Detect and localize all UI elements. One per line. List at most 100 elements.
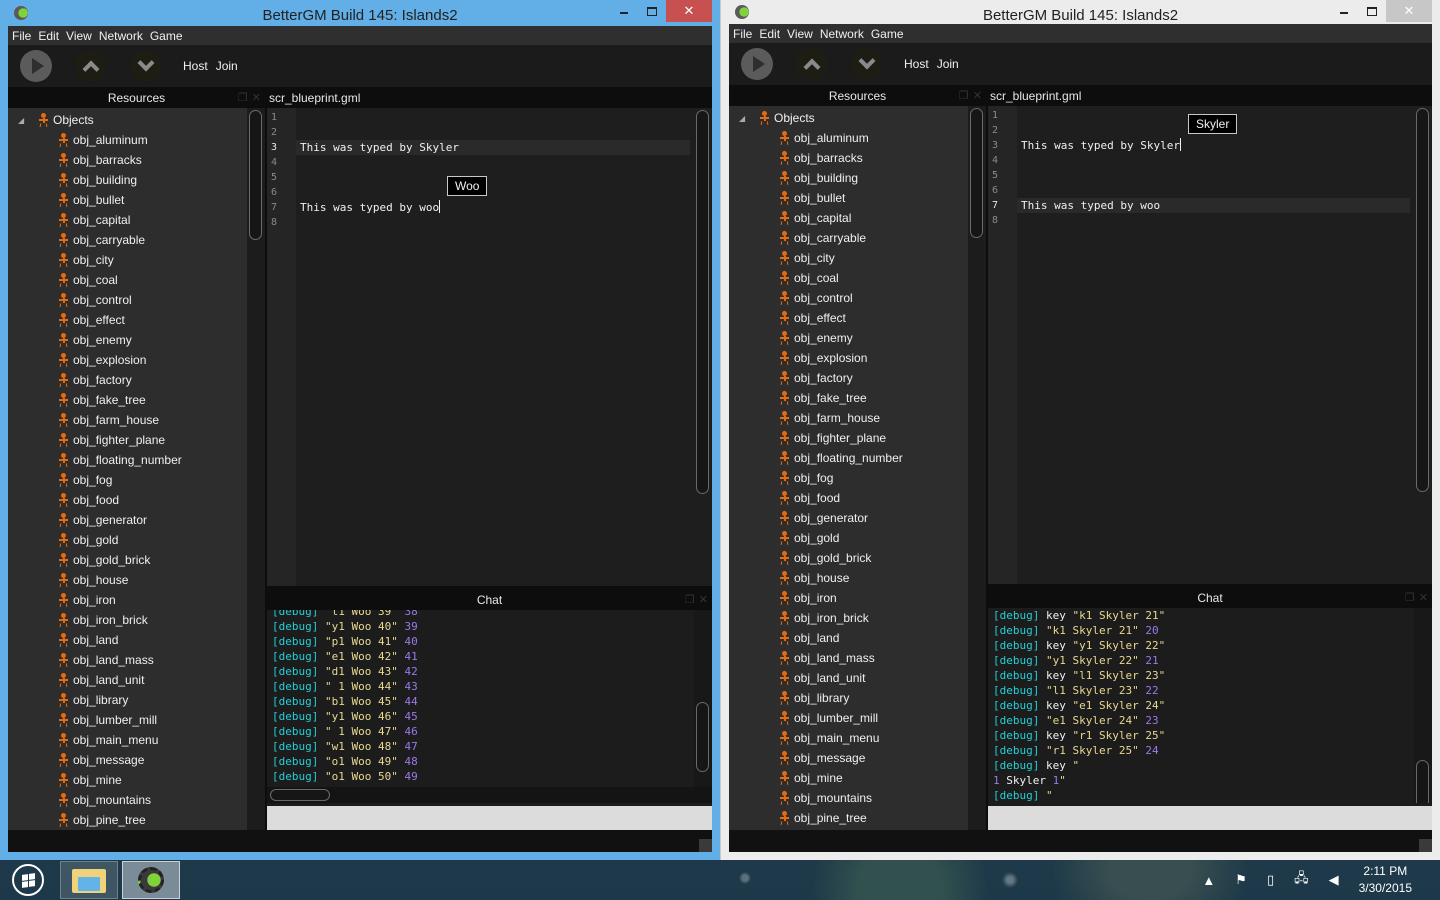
code-line[interactable]: [296, 170, 690, 185]
tree-item[interactable]: obj_land_mass: [729, 648, 986, 668]
chat-scrollbar[interactable]: [694, 610, 712, 787]
tree-item[interactable]: obj_floating_number: [729, 448, 986, 468]
tree-item[interactable]: obj_generator: [729, 508, 986, 528]
tree-item[interactable]: obj_pine_tree: [8, 810, 265, 830]
tree-item[interactable]: obj_main_menu: [729, 728, 986, 748]
tree-item[interactable]: obj_house: [729, 568, 986, 588]
menu-file[interactable]: File: [12, 29, 31, 43]
code-line[interactable]: This was typed by woo: [1017, 198, 1410, 213]
tree-item[interactable]: obj_iron_brick: [729, 608, 986, 628]
code-line[interactable]: [1017, 168, 1410, 183]
close-button[interactable]: ✕: [1386, 0, 1432, 22]
clock[interactable]: 2:11 PM 3/30/2015: [1359, 863, 1412, 897]
network-icon[interactable]: 🖧: [1294, 869, 1309, 891]
host-button[interactable]: Host: [183, 59, 208, 73]
code-line[interactable]: [296, 185, 690, 200]
tree-item[interactable]: obj_fighter_plane: [8, 430, 265, 450]
maximize-button[interactable]: [638, 0, 666, 22]
tree-item[interactable]: obj_mountains: [729, 788, 986, 808]
tree-item[interactable]: obj_message: [8, 750, 265, 770]
menu-game[interactable]: Game: [871, 27, 904, 41]
tree-item[interactable]: obj_message: [729, 748, 986, 768]
code-line[interactable]: [296, 155, 690, 170]
minimize-button[interactable]: [1330, 0, 1358, 22]
tree-item[interactable]: obj_factory: [729, 368, 986, 388]
tree-item[interactable]: obj_food: [8, 490, 265, 510]
tree-item[interactable]: obj_gold_brick: [729, 548, 986, 568]
code-line[interactable]: [296, 125, 690, 140]
tree-item[interactable]: obj_iron: [8, 590, 265, 610]
tree-item[interactable]: obj_floating_number: [8, 450, 265, 470]
menu-network[interactable]: Network: [820, 27, 864, 41]
tree-item[interactable]: obj_effect: [729, 308, 986, 328]
taskbar-bettergm[interactable]: [122, 861, 180, 899]
menu-game[interactable]: Game: [150, 29, 183, 43]
tree-item[interactable]: obj_capital: [729, 208, 986, 228]
tree-root-objects[interactable]: ◢ Objects: [729, 108, 986, 128]
chat-hscroll-thumb[interactable]: [270, 789, 330, 801]
editor-scroll-thumb[interactable]: [1416, 108, 1429, 492]
code-editor[interactable]: 12345678 This was typed by Skyler This wa…: [267, 108, 712, 586]
tree-item[interactable]: obj_lumber_mill: [729, 708, 986, 728]
move-up-button[interactable]: [75, 50, 107, 82]
tree-item[interactable]: obj_farm_house: [8, 410, 265, 430]
code-editor[interactable]: 12345678 This was typed by Skyler This wa…: [988, 106, 1432, 584]
tree-item[interactable]: obj_house: [8, 570, 265, 590]
tree-item[interactable]: obj_bullet: [8, 190, 265, 210]
tree-item[interactable]: obj_fog: [8, 470, 265, 490]
menu-view[interactable]: View: [787, 27, 813, 41]
join-button[interactable]: Join: [937, 57, 959, 71]
maximize-button[interactable]: [1358, 0, 1386, 22]
tree-scroll-thumb[interactable]: [249, 110, 262, 240]
chat-input[interactable]: [988, 806, 1432, 830]
undock-icon[interactable]: ❐: [685, 593, 695, 606]
menu-file[interactable]: File: [733, 27, 752, 41]
code-area[interactable]: This was typed by Skyler This was typed b…: [1017, 106, 1432, 584]
tree-item[interactable]: obj_land_unit: [729, 668, 986, 688]
action-center-flag-icon[interactable]: ⚑: [1235, 872, 1247, 888]
tree-item[interactable]: obj_mountains: [8, 790, 265, 810]
run-button[interactable]: [741, 48, 773, 80]
tree-item[interactable]: obj_library: [8, 690, 265, 710]
code-line[interactable]: This was typed by Skyler: [296, 140, 690, 155]
tree-item[interactable]: obj_mine: [8, 770, 265, 790]
host-button[interactable]: Host: [904, 57, 929, 71]
volume-icon[interactable]: ◀: [1329, 872, 1339, 888]
editor-tab[interactable]: scr_blueprint.gml: [988, 85, 1432, 106]
tree-item[interactable]: obj_main_menu: [8, 730, 265, 750]
editor-tab[interactable]: scr_blueprint.gml: [267, 87, 712, 108]
tree-item[interactable]: obj_gold_brick: [8, 550, 265, 570]
tree-item[interactable]: obj_enemy: [8, 330, 265, 350]
tree-item[interactable]: obj_lumber_mill: [8, 710, 265, 730]
code-line[interactable]: This was typed by Skyler: [1017, 138, 1410, 153]
tree-item[interactable]: obj_control: [729, 288, 986, 308]
code-line[interactable]: [1017, 183, 1410, 198]
tree-item[interactable]: obj_explosion: [729, 348, 986, 368]
start-button[interactable]: [0, 860, 56, 900]
taskbar-file-explorer[interactable]: [60, 861, 118, 899]
undock-icon[interactable]: ❐: [238, 91, 248, 104]
code-line[interactable]: This was typed by woo: [296, 200, 690, 215]
menu-edit[interactable]: Edit: [38, 29, 59, 43]
move-down-button[interactable]: [851, 48, 883, 80]
code-line[interactable]: [1017, 153, 1410, 168]
tree-scrollbar[interactable]: [968, 106, 986, 830]
tree-item[interactable]: obj_city: [729, 248, 986, 268]
resize-grip[interactable]: [1419, 839, 1432, 852]
tree-item[interactable]: obj_building: [8, 170, 265, 190]
chat-hscrollbar[interactable]: [267, 787, 712, 803]
title-bar[interactable]: BetterGM Build 145: Islands2 ✕: [8, 0, 712, 26]
chat-scroll-thumb[interactable]: [1416, 760, 1429, 803]
tree-item[interactable]: obj_land: [8, 630, 265, 650]
close-panel-icon[interactable]: ✕: [252, 91, 261, 104]
tree-item[interactable]: obj_iron: [729, 588, 986, 608]
tree-item[interactable]: obj_capital: [8, 210, 265, 230]
tree-item[interactable]: obj_pine_tree: [729, 808, 986, 828]
chat-scroll-thumb[interactable]: [696, 702, 709, 772]
move-down-button[interactable]: [130, 50, 162, 82]
tree-item[interactable]: obj_iron_brick: [8, 610, 265, 630]
tree-item[interactable]: obj_coal: [729, 268, 986, 288]
chat-scrollbar[interactable]: [1414, 608, 1432, 803]
tree-item[interactable]: obj_fake_tree: [8, 390, 265, 410]
close-panel-icon[interactable]: ✕: [1419, 591, 1428, 604]
